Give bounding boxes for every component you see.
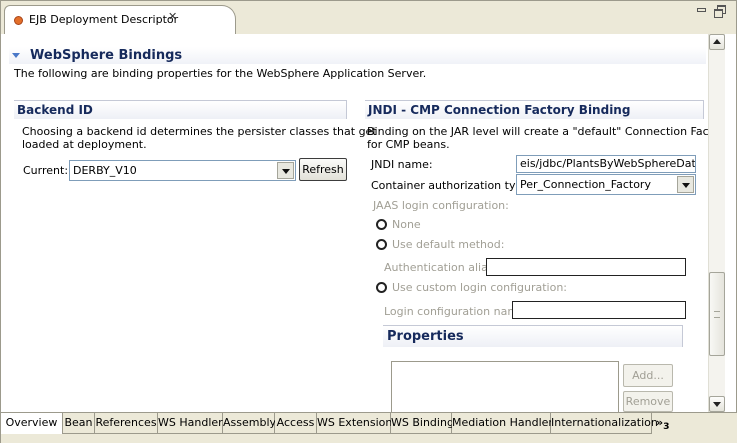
login-config-input[interactable] [512, 301, 686, 319]
auth-type-label: Container authorization type: [371, 179, 533, 192]
editor-tab-bar: EJB Deployment Descriptor ✕ [0, 0, 737, 35]
close-icon[interactable]: ✕ [168, 10, 177, 23]
jndi-name-label: JNDI name: [371, 158, 433, 171]
tab-mediation-handlers[interactable]: Mediation Handlers [452, 413, 559, 434]
section-title: WebSphere Bindings [30, 48, 183, 63]
restore-icon[interactable] [714, 5, 726, 18]
jndi-desc-line1: Binding on the JAR level will create a "… [367, 125, 708, 138]
tab-assembly[interactable]: Assembly [223, 413, 276, 434]
backend-id-title: Backend ID [17, 103, 93, 117]
tab-ws-handler[interactable]: WS Handler [158, 413, 223, 434]
jndi-name-input[interactable]: eis/jdbc/PlantsByWebSphereDataSo [516, 155, 696, 173]
remove-button[interactable]: Remove [623, 391, 673, 412]
auth-alias-input[interactable] [486, 258, 686, 276]
jndi-header: JNDI - CMP Connection Factory Binding [365, 100, 704, 119]
radio-custom-login[interactable] [376, 282, 387, 293]
jndi-desc-line2: for CMP beans. [367, 138, 450, 151]
page-tabs: Overview Bean References WS Handler Asse… [0, 412, 737, 443]
scroll-down-icon[interactable] [709, 396, 725, 412]
radio-none[interactable] [376, 219, 387, 230]
radio-none-label: None [392, 218, 421, 231]
chevron-down-icon[interactable] [677, 176, 694, 193]
backend-id-value: DERBY_V10 [73, 164, 137, 177]
scroll-up-icon[interactable] [709, 34, 725, 50]
radio-default-label: Use default method: [392, 238, 505, 251]
minimize-icon[interactable] [697, 8, 706, 12]
tab-ws-binding[interactable]: WS Binding [391, 413, 454, 434]
tab-internationalization[interactable]: Internationalization [551, 413, 658, 434]
radio-default-method[interactable] [376, 239, 387, 250]
twisty-expanded-icon[interactable] [12, 53, 20, 58]
jndi-title: JNDI - CMP Connection Factory Binding [368, 103, 631, 117]
auth-alias-label: Authentication alias: [384, 261, 498, 274]
tab-ws-extension[interactable]: WS Extension [317, 413, 392, 434]
editor-content: WebSphere Bindings The following are bin… [0, 34, 708, 412]
tab-access[interactable]: Access [275, 413, 317, 434]
more-tabs-count: 3 [663, 421, 670, 433]
backend-desc-line2: loaded at deployment. [22, 138, 147, 151]
tab-bean[interactable]: Bean [63, 413, 95, 434]
vertical-scrollbar[interactable] [708, 34, 725, 412]
editor-tab[interactable]: EJB Deployment Descriptor ✕ [4, 5, 236, 35]
chevron-down-icon[interactable] [277, 162, 294, 179]
add-button[interactable]: Add... [623, 364, 673, 387]
tab-references[interactable]: References [95, 413, 158, 434]
jaas-label: JAAS login configuration: [373, 199, 509, 212]
properties-table[interactable] [391, 361, 619, 413]
more-tabs-button[interactable]: »3 [656, 416, 669, 432]
section-header[interactable]: WebSphere Bindings [9, 47, 706, 64]
auth-type-value: Per_Connection_Factory [520, 178, 651, 191]
properties-title: Properties [387, 329, 464, 344]
backend-id-header: Backend ID [14, 100, 347, 119]
ejb-descriptor-icon [14, 16, 23, 25]
section-description: The following are binding properties for… [14, 67, 427, 80]
login-config-label: Login configuration name: [384, 305, 529, 318]
refresh-button[interactable]: Refresh [299, 158, 347, 181]
backend-id-select[interactable]: DERBY_V10 [69, 160, 296, 181]
current-label: Current: [23, 164, 69, 177]
auth-type-select[interactable]: Per_Connection_Factory [516, 174, 696, 195]
backend-desc-line1: Choosing a backend id determines the per… [22, 125, 377, 138]
tab-overview[interactable]: Overview [1, 413, 63, 434]
scroll-thumb[interactable] [709, 272, 725, 356]
editor-tab-title: EJB Deployment Descriptor [29, 13, 179, 26]
properties-header: Properties [383, 325, 683, 347]
radio-custom-label: Use custom login configuration: [392, 281, 568, 294]
jndi-name-value: eis/jdbc/PlantsByWebSphereDataSo [520, 157, 696, 170]
right-gutter [725, 34, 737, 412]
